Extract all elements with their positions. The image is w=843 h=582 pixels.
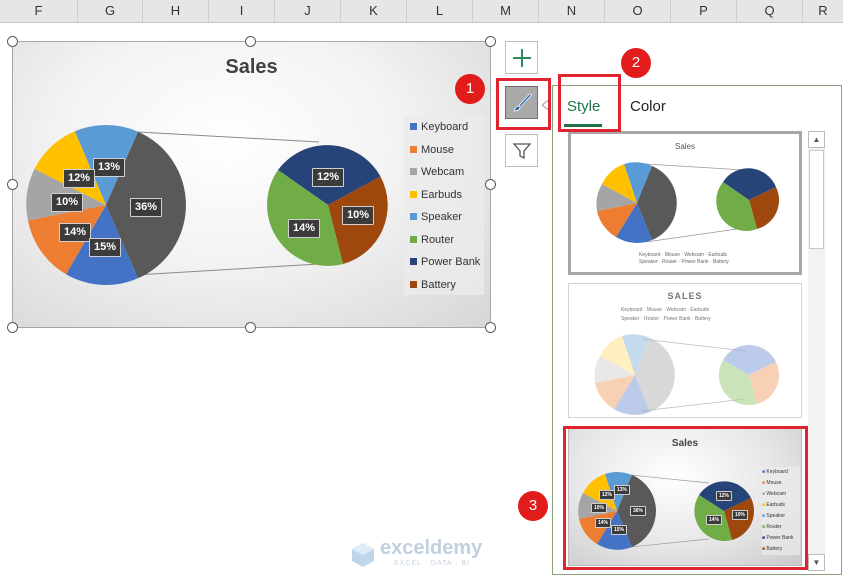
highlight-box-thumbnail-3 bbox=[563, 426, 808, 570]
chart-filters-button[interactable] bbox=[505, 134, 538, 167]
data-label-battery[interactable]: 10% bbox=[342, 206, 375, 225]
column-header-r[interactable]: R bbox=[803, 0, 843, 22]
data-label-earbuds[interactable]: 12% bbox=[63, 169, 96, 188]
column-header-row: F G H I J K L M N O P Q R bbox=[0, 0, 843, 23]
thumb1-legend: Keyboard · Mouse · Webcam · Earbuds Spea… bbox=[639, 252, 729, 265]
chart-elements-button[interactable] bbox=[505, 41, 538, 74]
resize-handle-bottom-left[interactable] bbox=[7, 322, 18, 333]
resize-handle-left[interactable] bbox=[7, 179, 18, 190]
legend-item-keyboard[interactable]: Keyboard bbox=[410, 121, 468, 133]
column-header-l[interactable]: L bbox=[407, 0, 473, 22]
resize-handle-bottom[interactable] bbox=[245, 322, 256, 333]
column-header-k[interactable]: K bbox=[341, 0, 407, 22]
column-header-f[interactable]: F bbox=[0, 0, 78, 22]
data-label-router[interactable]: 14% bbox=[288, 219, 321, 238]
highlight-box-style-tab bbox=[558, 74, 621, 132]
thumb2-title: SALES bbox=[667, 291, 703, 301]
tab-color[interactable]: Color bbox=[630, 98, 666, 115]
pie-of-pie-chart[interactable]: Sales 13% 12% 10% 14% 15% 36% 12% 10% 14… bbox=[12, 41, 491, 328]
column-header-n[interactable]: N bbox=[539, 0, 605, 22]
watermark-tagline: EXCEL · DATA · BI bbox=[394, 560, 470, 567]
column-header-q[interactable]: Q bbox=[737, 0, 803, 22]
data-label-keyboard[interactable]: 15% bbox=[89, 238, 122, 257]
column-header-i[interactable]: I bbox=[209, 0, 275, 22]
resize-handle-top[interactable] bbox=[245, 36, 256, 47]
column-header-g[interactable]: G bbox=[78, 0, 143, 22]
chart-legend[interactable]: Keyboard Mouse Webcam Earbuds Speaker Ro… bbox=[404, 115, 484, 295]
legend-item-earbuds[interactable]: Earbuds bbox=[410, 189, 462, 201]
legend-item-speaker[interactable]: Speaker bbox=[410, 211, 462, 223]
scroll-down-arrow-icon[interactable]: ▼ bbox=[808, 554, 825, 571]
resize-handle-right[interactable] bbox=[485, 179, 496, 190]
data-label-speaker[interactable]: 13% bbox=[93, 158, 126, 177]
style-thumbnail-1[interactable]: Sales Keyboard · Mouse · Webcam · Earbud… bbox=[568, 131, 802, 275]
legend-item-router[interactable]: Router bbox=[410, 234, 454, 246]
thumb1-chart bbox=[596, 162, 780, 243]
watermark-brand: exceldemy bbox=[380, 537, 483, 559]
legend-item-power-bank[interactable]: Power Bank bbox=[410, 256, 480, 268]
plus-icon bbox=[512, 48, 531, 67]
funnel-icon bbox=[512, 142, 531, 159]
column-header-h[interactable]: H bbox=[143, 0, 209, 22]
exceldemy-watermark: exceldemy EXCEL · DATA · BI bbox=[350, 535, 520, 575]
resize-handle-top-right[interactable] bbox=[485, 36, 496, 47]
exceldemy-logo-icon bbox=[352, 543, 374, 567]
style-panel-scrollbar[interactable]: ▲ ▼ bbox=[808, 131, 825, 571]
resize-handle-top-left[interactable] bbox=[7, 36, 18, 47]
step-badge-3: 3 bbox=[518, 491, 548, 521]
column-header-o[interactable]: O bbox=[605, 0, 671, 22]
data-label-mouse[interactable]: 14% bbox=[59, 223, 92, 242]
data-label-other[interactable]: 36% bbox=[130, 198, 163, 217]
column-header-j[interactable]: J bbox=[275, 0, 341, 22]
legend-item-battery[interactable]: Battery bbox=[410, 279, 456, 291]
thumb2-chart bbox=[594, 334, 780, 415]
scrollbar-thumb[interactable] bbox=[809, 150, 824, 249]
data-label-power-bank[interactable]: 12% bbox=[312, 168, 345, 187]
step-badge-2: 2 bbox=[621, 48, 651, 78]
column-header-p[interactable]: P bbox=[671, 0, 737, 22]
thumb1-title: Sales bbox=[674, 142, 695, 151]
highlight-box-style-button bbox=[496, 78, 551, 130]
legend-item-mouse[interactable]: Mouse bbox=[410, 144, 454, 156]
scroll-up-arrow-icon[interactable]: ▲ bbox=[808, 131, 825, 148]
thumb2-legend: Keyboard · Mouse · Webcam · Earbuds Spea… bbox=[621, 307, 711, 322]
step-badge-1: 1 bbox=[455, 74, 485, 104]
resize-handle-bottom-right[interactable] bbox=[485, 322, 496, 333]
data-label-webcam[interactable]: 10% bbox=[51, 193, 84, 212]
legend-item-webcam[interactable]: Webcam bbox=[410, 166, 464, 178]
column-header-m[interactable]: M bbox=[473, 0, 539, 22]
style-thumbnail-2[interactable]: SALES Keyboard · Mouse · Webcam · Earbud… bbox=[568, 283, 802, 418]
